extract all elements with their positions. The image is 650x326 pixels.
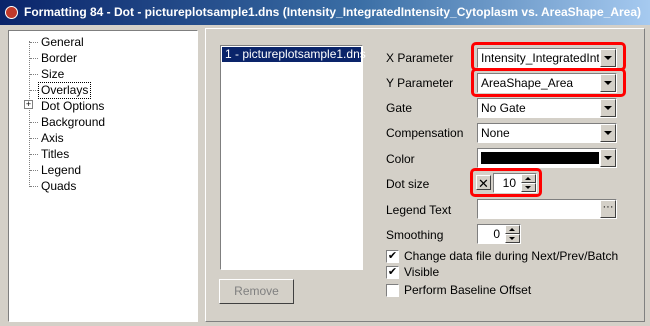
smoothing-value: 0 xyxy=(493,227,500,241)
highlight-box xyxy=(471,42,626,71)
legend-text-input[interactable]: ··· xyxy=(477,199,617,219)
title-bar[interactable]: Formatting 84 - Dot - pictureplotsample1… xyxy=(0,0,650,25)
settings-tree[interactable]: + General Border Size Overlays Dot Optio… xyxy=(8,30,198,322)
compensation-select[interactable]: None xyxy=(477,123,617,143)
tree-item-general[interactable]: General xyxy=(39,35,86,50)
checkmark-icon: ✔ xyxy=(387,250,398,262)
gate-value: No Gate xyxy=(481,101,526,115)
color-label: Color xyxy=(386,152,415,166)
checkmark-icon: ✔ xyxy=(387,266,398,278)
tree-item-background[interactable]: Background xyxy=(39,115,107,130)
highlight-box xyxy=(470,168,542,197)
tree-branch xyxy=(30,186,38,187)
tree-branch xyxy=(30,138,38,139)
app-icon xyxy=(5,6,18,19)
smoothing-label: Smoothing xyxy=(386,228,444,242)
window-title: Formatting 84 - Dot - pictureplotsample1… xyxy=(24,5,642,19)
gate-label: Gate xyxy=(386,101,413,115)
change-data-file-checkbox[interactable]: ✔ xyxy=(386,250,399,263)
baseline-offset-label: Perform Baseline Offset xyxy=(404,283,532,297)
expand-icon[interactable]: + xyxy=(24,100,33,109)
color-swatch xyxy=(481,152,599,164)
tree-branch xyxy=(30,122,38,123)
data-file-list[interactable]: 1 - pictureplotsample1.dns xyxy=(220,45,366,270)
compensation-label: Compensation xyxy=(386,126,464,140)
change-data-file-label: Change data file during Next/Prev/Batch xyxy=(404,249,619,263)
chevron-down-icon[interactable] xyxy=(600,149,616,167)
color-select[interactable] xyxy=(477,148,617,168)
x-parameter-label: X Parameter xyxy=(386,51,454,65)
tree-branch xyxy=(30,154,38,155)
chevron-down-icon[interactable] xyxy=(600,99,616,117)
tree-branch xyxy=(30,74,38,75)
tree-item-dot-options[interactable]: Dot Options xyxy=(39,99,106,114)
stepper-buttons[interactable] xyxy=(505,225,520,243)
baseline-offset-checkbox[interactable] xyxy=(386,284,399,297)
list-item[interactable]: 1 - pictureplotsample1.dns xyxy=(222,47,366,62)
tree-item-axis[interactable]: Axis xyxy=(39,131,66,146)
smoothing-stepper[interactable]: 0 xyxy=(477,224,521,244)
tree-branch xyxy=(30,42,38,43)
tree-item-overlays[interactable]: Overlays xyxy=(38,82,92,99)
tree-item-legend[interactable]: Legend xyxy=(39,163,83,178)
dot-size-label: Dot size xyxy=(386,177,430,191)
highlight-box xyxy=(471,68,626,97)
y-parameter-label: Y Parameter xyxy=(386,76,454,90)
tree-item-size[interactable]: Size xyxy=(39,67,66,82)
gate-select[interactable]: No Gate xyxy=(477,98,617,118)
tree-item-border[interactable]: Border xyxy=(39,51,79,66)
tree-item-titles[interactable]: Titles xyxy=(39,147,71,162)
tree-item-quads[interactable]: Quads xyxy=(39,179,78,194)
browse-button[interactable]: ··· xyxy=(600,200,616,218)
remove-button[interactable]: Remove xyxy=(219,279,294,304)
tree-branch xyxy=(30,58,38,59)
tree-branch xyxy=(30,90,38,91)
chevron-down-icon[interactable] xyxy=(600,124,616,142)
legend-text-label: Legend Text xyxy=(386,203,452,217)
visible-checkbox[interactable]: ✔ xyxy=(386,266,399,279)
tree-branch xyxy=(30,170,38,171)
tree-connector xyxy=(29,41,30,187)
visible-label: Visible xyxy=(404,265,440,279)
compensation-value: None xyxy=(481,126,510,140)
